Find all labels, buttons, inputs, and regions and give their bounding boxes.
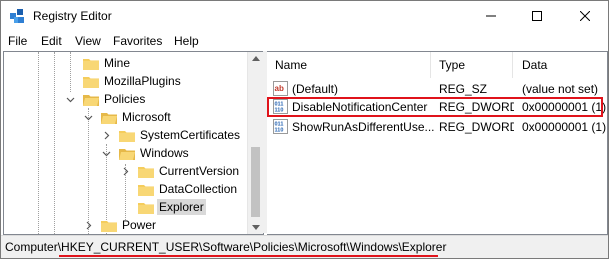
folder-open-icon	[119, 149, 135, 160]
value-type: REG_DWORD	[439, 120, 514, 134]
value-data: 0x00000001 (1)	[522, 120, 607, 134]
tree-node-label: Microsoft	[122, 110, 171, 124]
maximize-button[interactable]	[514, 1, 560, 31]
tree-node-mine[interactable]: Mine	[4, 54, 244, 72]
tree-node-datacollection[interactable]: DataCollection	[4, 180, 244, 198]
window-title: Registry Editor	[33, 9, 112, 23]
tree-node-label: Windows	[140, 146, 189, 160]
tree-node-currentversion[interactable]: CurrentVersion	[4, 162, 244, 180]
tree-node-label: DataCollection	[159, 182, 238, 196]
folder-icon	[119, 131, 135, 142]
registry-editor-window: Registry Editor File Edit View Favorites…	[0, 0, 609, 259]
column-header-data[interactable]: Data	[522, 52, 602, 78]
chevron-down-icon[interactable]	[64, 93, 76, 105]
minimize-icon	[486, 15, 496, 17]
highlight-box	[267, 97, 603, 117]
tree-node-label: CurrentVersion	[159, 164, 240, 178]
folder-open-icon	[101, 113, 117, 124]
menu-view[interactable]: View	[75, 34, 101, 48]
list-row[interactable]: 011 110 ShowRunAsDifferentUse... REG_DWO…	[267, 118, 607, 136]
tree-node-explorer[interactable]: Explorer	[4, 198, 244, 216]
close-button[interactable]	[562, 1, 608, 31]
tree-node-label: Power	[122, 218, 157, 232]
values-list[interactable]: Name Type Data ab (Default) REG_SZ (valu…	[267, 51, 608, 235]
scrollbar-thumb[interactable]	[251, 147, 260, 217]
column-header-label: Type	[439, 58, 466, 72]
chevron-right-icon[interactable]	[82, 219, 94, 231]
folder-icon	[83, 59, 99, 70]
svg-text:110: 110	[275, 128, 284, 134]
chevron-right-icon[interactable]	[100, 129, 112, 141]
folder-icon	[138, 185, 154, 196]
column-header-label: Name	[275, 58, 308, 72]
tree-node-microsoft[interactable]: Microsoft	[4, 108, 244, 126]
tree-node-label-selected: Explorer	[157, 199, 206, 215]
chevron-down-icon[interactable]	[82, 111, 94, 123]
tree-node-power[interactable]: Power	[4, 216, 244, 234]
registry-editor-icon	[10, 9, 24, 23]
menu-bar: File Edit View Favorites Help	[1, 31, 608, 51]
close-icon	[580, 11, 590, 21]
scroll-up-icon[interactable]	[252, 56, 260, 61]
scroll-down-icon[interactable]	[252, 225, 260, 230]
value-type: REG_SZ	[439, 82, 488, 96]
menu-favorites[interactable]: Favorites	[113, 34, 162, 48]
menu-file[interactable]: File	[8, 34, 27, 48]
column-header-label: Data	[522, 58, 548, 72]
registry-tree[interactable]: Mine MozillaPlugins Policies Microsoft S…	[3, 51, 264, 235]
minimize-button[interactable]	[468, 1, 514, 31]
value-data: (value not set)	[522, 82, 599, 96]
dword-value-icon: 011 110	[273, 119, 288, 134]
chevron-down-icon[interactable]	[100, 147, 112, 159]
status-bar: Computer\HKEY_CURRENT_USER\Software\Poli…	[1, 235, 608, 258]
tree-node-label: Mine	[104, 56, 131, 70]
folder-icon	[83, 77, 99, 88]
tree-node-mozillaplugins[interactable]: MozillaPlugins	[4, 72, 244, 90]
column-divider[interactable]	[512, 52, 513, 78]
folder-icon	[138, 167, 154, 178]
maximize-icon	[532, 11, 542, 21]
tree-node-systemcertificates[interactable]: SystemCertificates	[4, 126, 244, 144]
folder-icon	[138, 203, 154, 214]
column-header-name[interactable]: Name	[275, 52, 435, 78]
tree-node-label: SystemCertificates	[140, 128, 241, 142]
tree-scrollbar[interactable]	[247, 52, 263, 234]
column-header-type[interactable]: Type	[439, 52, 519, 78]
folder-icon	[101, 221, 117, 232]
svg-text:ab: ab	[275, 84, 284, 93]
title-bar: Registry Editor	[1, 1, 608, 31]
value-name: (Default)	[292, 82, 339, 96]
menu-help[interactable]: Help	[174, 34, 199, 48]
value-name: ShowRunAsDifferentUse...	[292, 120, 434, 134]
chevron-right-icon[interactable]	[119, 165, 131, 177]
column-divider[interactable]	[430, 52, 431, 78]
string-value-icon: ab	[273, 81, 288, 96]
tree-node-label: MozillaPlugins	[104, 74, 181, 88]
menu-edit[interactable]: Edit	[41, 34, 62, 48]
list-row[interactable]: ab (Default) REG_SZ (value not set)	[267, 80, 607, 98]
tree-node-policies[interactable]: Policies	[4, 90, 244, 108]
tree-node-label: Policies	[104, 92, 146, 106]
folder-open-icon	[83, 95, 99, 106]
registry-path: Computer\HKEY_CURRENT_USER\Software\Poli…	[5, 240, 447, 254]
tree-node-windows[interactable]: Windows	[4, 144, 244, 162]
path-underline	[59, 255, 438, 257]
